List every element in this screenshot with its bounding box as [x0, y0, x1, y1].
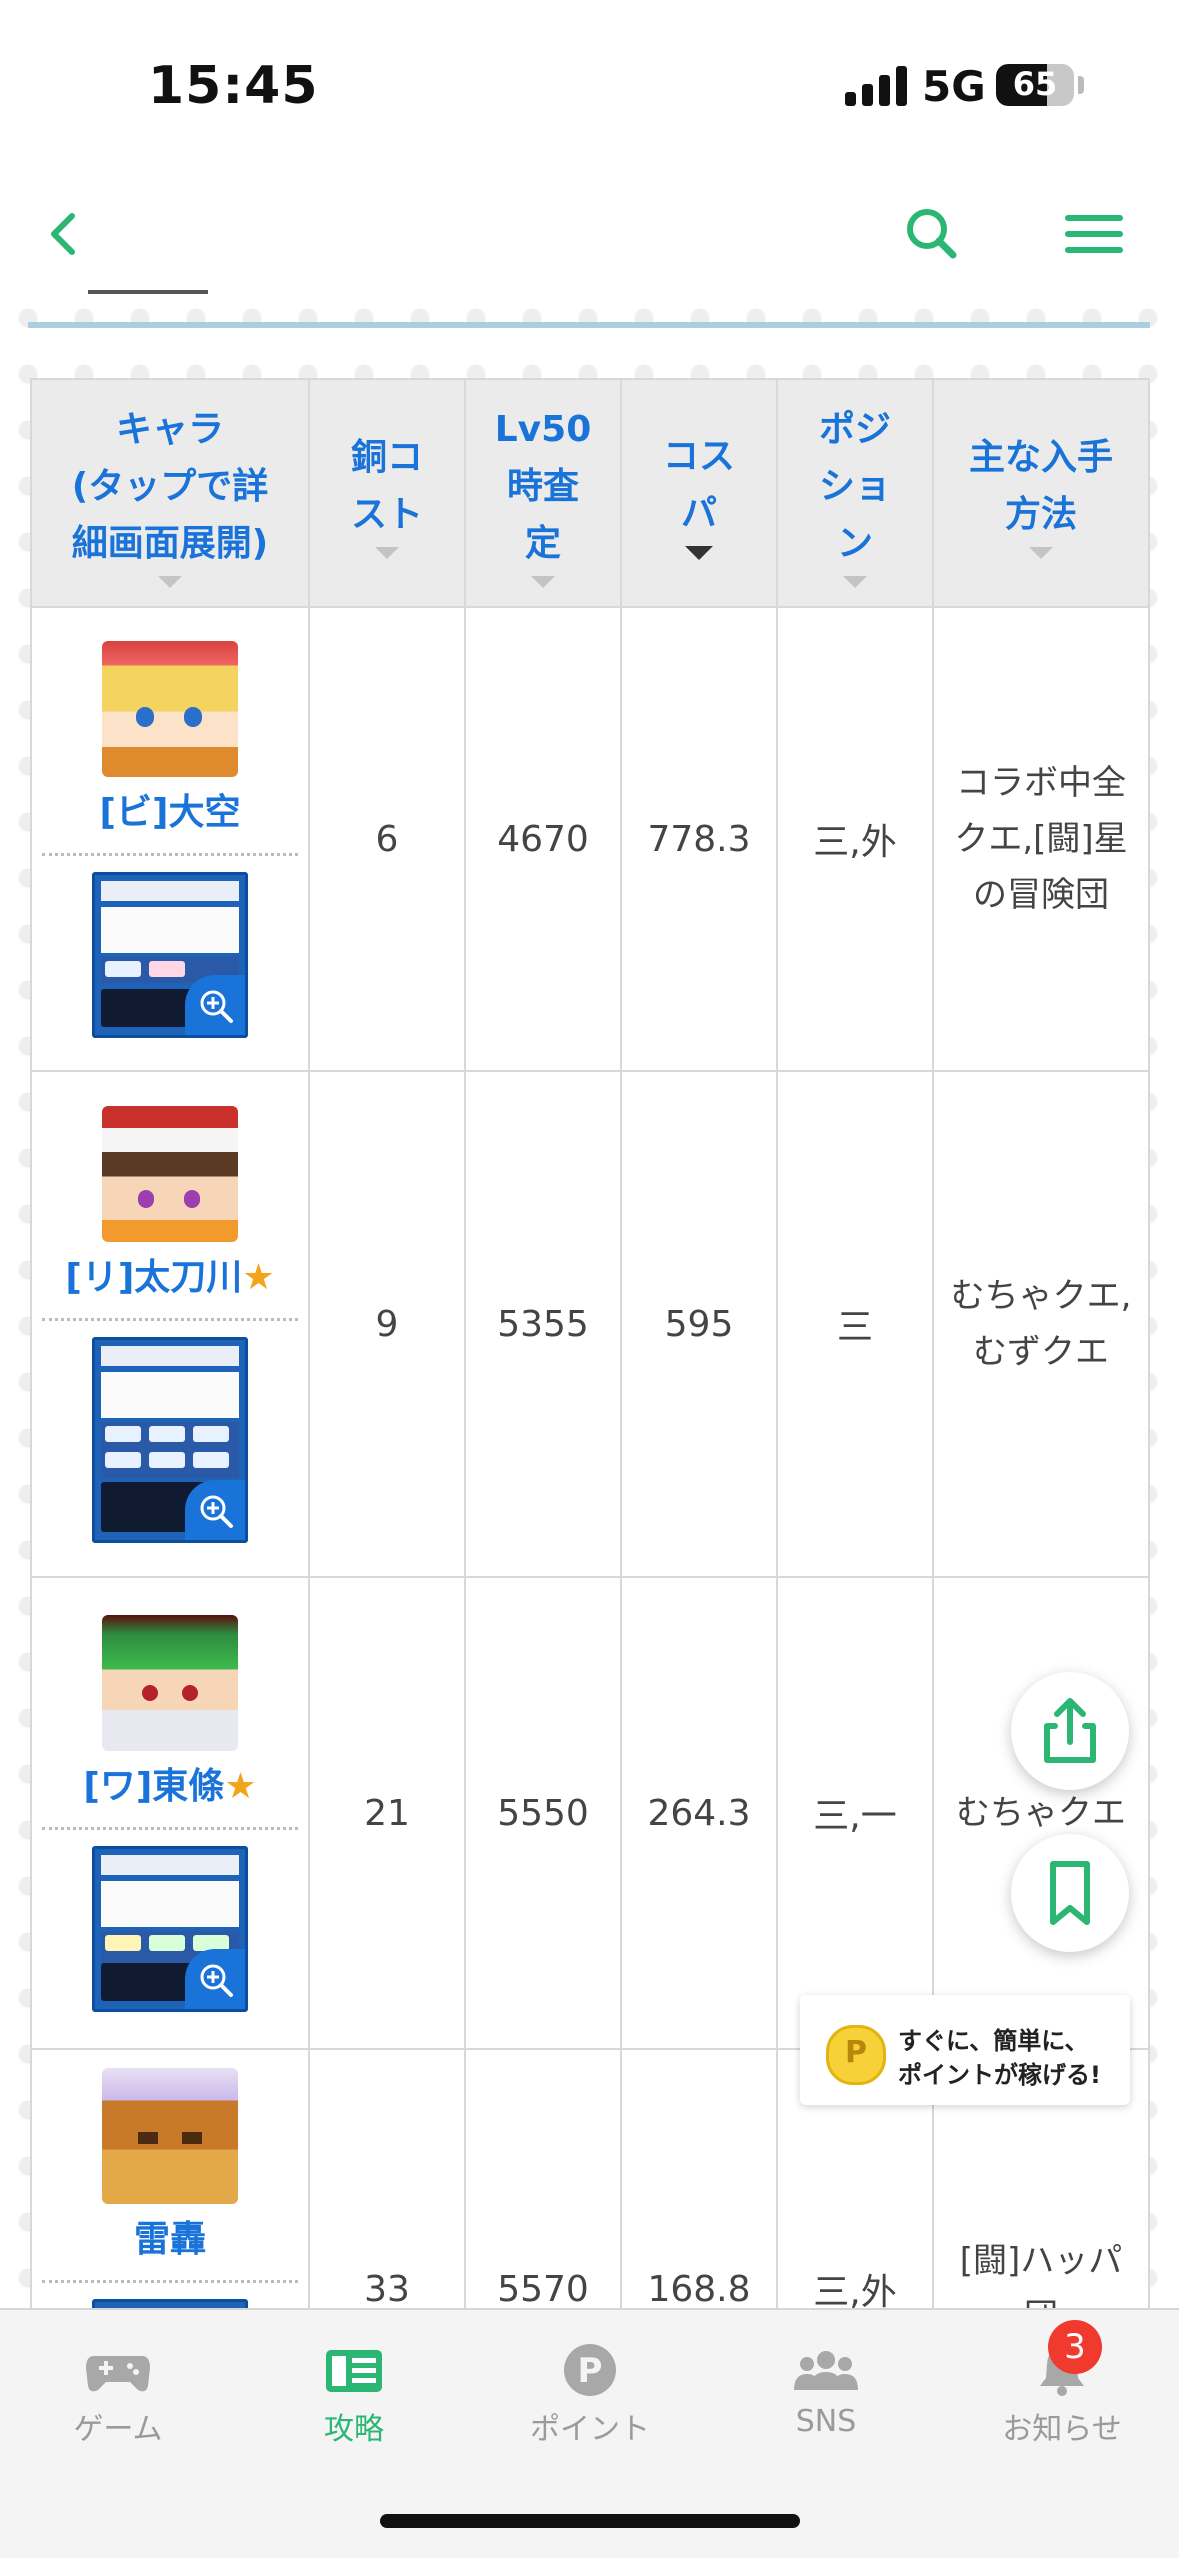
share-icon	[1044, 1698, 1096, 1763]
home-indicator[interactable]	[380, 2514, 800, 2528]
sort-icon	[531, 575, 555, 588]
character-cell[interactable]: [リ]太刀川★	[30, 1070, 310, 1578]
section-divider	[28, 290, 1150, 328]
character-avatar[interactable]	[102, 640, 238, 777]
battery-icon: 65	[996, 64, 1074, 106]
character-name[interactable]: 雷轟	[32, 2210, 308, 2262]
position-cell: 三,外	[776, 606, 934, 1072]
sort-icon	[158, 575, 182, 588]
sort-icon	[375, 547, 399, 559]
bookmark-icon	[1050, 1861, 1090, 1925]
ad-line-1: すぐに、簡単に、	[898, 2027, 1089, 2055]
tab-game[interactable]: ゲーム	[0, 2310, 236, 2460]
table-row: [リ]太刀川★ 9 5355 595 三 むちゃクエ,むずクエ	[30, 1070, 1150, 1578]
cost-cell: 6	[308, 606, 466, 1072]
cospa-cell: 778.3	[620, 606, 778, 1072]
top-navbar	[0, 170, 1179, 290]
tab-label: ポイント	[530, 2412, 650, 2447]
cospa-cell: 264.3	[620, 1576, 778, 2050]
character-avatar[interactable]	[102, 2068, 238, 2204]
column-header-character[interactable]: キャラ (タップで詳 細画面展開)	[30, 378, 310, 608]
character-avatar[interactable]	[102, 1614, 238, 1751]
menu-button[interactable]	[1054, 194, 1134, 274]
header-label: 銅コ スト	[350, 437, 423, 535]
chevron-left-icon	[51, 213, 75, 255]
sort-icon	[1029, 547, 1053, 559]
column-header-method[interactable]: 主な入手 方法	[932, 378, 1150, 608]
tab-label: ゲーム	[73, 2412, 163, 2447]
character-name[interactable]: [ビ]大空	[32, 783, 308, 835]
status-time: 15:45	[148, 56, 319, 116]
search-icon	[907, 209, 957, 259]
character-cell[interactable]: 雷轟	[30, 2048, 310, 2308]
tab-sns[interactable]: SNS	[708, 2310, 944, 2460]
detail-thumbnail[interactable]	[92, 871, 248, 1038]
character-name[interactable]: [ワ]東條★	[32, 1757, 308, 1809]
tab-label: SNS	[795, 2404, 857, 2439]
tab-label: お知らせ	[1002, 2412, 1122, 2447]
lv50-cell: 5355	[464, 1070, 622, 1578]
position-cell: 三	[776, 1070, 934, 1578]
zoom-in-icon	[200, 990, 233, 1023]
share-button[interactable]	[1011, 1672, 1129, 1790]
method-cell: むちゃクエ	[932, 1576, 1150, 2050]
network-label: 5G	[922, 62, 986, 111]
tab-label: 攻略	[324, 2412, 384, 2447]
method-cell: むちゃクエ,むずクエ	[932, 1070, 1150, 1578]
zoom-in-icon	[200, 1495, 233, 1528]
position-cell: 三,一	[776, 1576, 934, 2050]
status-bar: 15:45 5G 65	[0, 0, 1179, 170]
gamepad-icon	[86, 2356, 150, 2392]
header-label: 主な入手 方法	[968, 437, 1113, 535]
back-button[interactable]	[24, 194, 104, 274]
column-header-lv50[interactable]: Lv50 時査 定	[464, 378, 622, 608]
bookmark-button[interactable]	[1011, 1834, 1129, 1952]
column-header-position[interactable]: ポジ ショ ン	[776, 378, 934, 608]
signal-icon	[845, 66, 907, 106]
users-icon	[794, 2351, 858, 2390]
cost-cell: 33	[308, 2048, 466, 2308]
ad-line-2: ポイントが稼げる!	[898, 2061, 1101, 2089]
sort-icon	[843, 575, 867, 588]
battery-level: 65	[1012, 65, 1058, 103]
zoom-in-icon	[200, 1964, 233, 1997]
header-label: キャラ (タップで詳 細画面展開)	[71, 408, 269, 564]
lv50-cell: 4670	[464, 606, 622, 1072]
cospa-cell: 168.8	[620, 2048, 778, 2308]
search-button[interactable]	[892, 194, 972, 274]
detail-thumbnail[interactable]	[92, 2299, 248, 2308]
header-label: コス パ	[662, 436, 735, 534]
lv50-cell: 5550	[464, 1576, 622, 2050]
column-header-cost[interactable]: 銅コ スト	[308, 378, 466, 608]
lv50-cell: 5570	[464, 2048, 622, 2308]
cospa-cell: 595	[620, 1070, 778, 1578]
cost-cell: 9	[308, 1070, 466, 1578]
point-icon: P	[564, 2344, 616, 2396]
table-row: [ビ]大空 6 4670 778.3 三,外 コラボ中全クエ,[闘]星の冒険団	[30, 606, 1150, 1072]
hamburger-menu-icon	[1065, 215, 1123, 253]
method-cell: コラボ中全クエ,[闘]星の冒険団	[932, 606, 1150, 1072]
notification-badge: 3	[1048, 2320, 1102, 2374]
cost-cell: 21	[308, 1576, 466, 2050]
detail-thumbnail[interactable]	[92, 1845, 248, 2012]
tab-guide[interactable]: 攻略	[236, 2310, 472, 2460]
character-name[interactable]: [リ]太刀川★	[32, 1248, 308, 1300]
svg-text:P: P	[578, 2351, 603, 2391]
detail-thumbnail[interactable]	[92, 1336, 248, 1543]
character-avatar[interactable]	[102, 1105, 238, 1242]
character-cell[interactable]: [ワ]東條★	[30, 1576, 310, 2050]
point-coin-icon: P	[826, 2025, 886, 2085]
header-label: ポジ ショ ン	[818, 408, 891, 564]
header-label: Lv50 時査 定	[494, 408, 592, 564]
table-row: [ワ]東條★ 21 5550 264.3 三,一 むちゃクエ	[30, 1576, 1150, 2050]
guide-icon	[326, 2350, 382, 2392]
points-ad-banner[interactable]: P すぐに、簡単に、 ポイントが稼げる!	[800, 1995, 1130, 2105]
tab-point[interactable]: P ポイント	[472, 2310, 708, 2460]
character-cell[interactable]: [ビ]大空	[30, 606, 310, 1072]
sort-active-icon	[685, 546, 713, 560]
column-header-cospa[interactable]: コス パ	[620, 378, 778, 608]
